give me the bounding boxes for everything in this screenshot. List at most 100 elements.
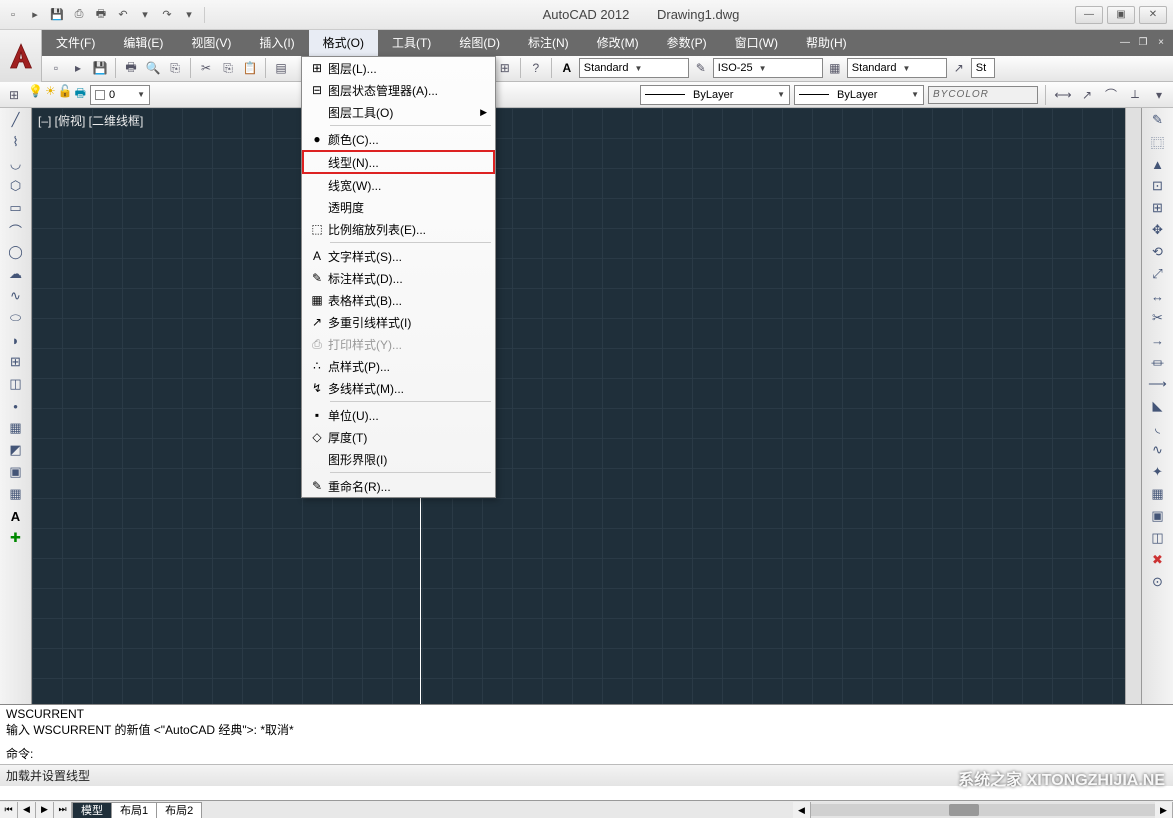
match-icon[interactable]: ▤ — [271, 58, 291, 78]
hatch-icon[interactable]: ▦ — [4, 418, 28, 438]
menu-insert[interactable]: 插入(I) — [245, 30, 308, 56]
menu-item[interactable]: 图层工具(O)▶ — [302, 101, 495, 123]
menu-format[interactable]: 格式(O) — [309, 30, 378, 56]
offset-icon[interactable]: ⊡ — [1146, 176, 1170, 196]
menu-item[interactable]: ↗多重引线样式(I) — [302, 311, 495, 333]
tab-first-icon[interactable]: ⏮ — [0, 802, 18, 818]
addsel-icon[interactable]: ✚ — [4, 528, 28, 548]
cmd-prompt[interactable]: 命令: — [6, 745, 1167, 762]
layer-combo[interactable]: 0 ▼ — [90, 85, 150, 105]
stretch-icon[interactable]: ↔ — [1146, 286, 1170, 306]
scroll-right-icon[interactable]: ▶ — [1155, 802, 1173, 818]
maximize-button[interactable]: ▣ — [1107, 6, 1135, 24]
dim-ord-icon[interactable]: ⟂ — [1125, 85, 1145, 105]
menu-item[interactable]: 线宽(W)... — [302, 174, 495, 196]
polygon-icon[interactable]: ⬡ — [4, 176, 28, 196]
undo-icon[interactable]: ↶ — [114, 6, 132, 24]
insert-icon[interactable]: ⊞ — [4, 352, 28, 372]
menu-item[interactable]: A文字样式(S)... — [302, 245, 495, 267]
table-style-combo[interactable]: Standard▼ — [847, 58, 947, 78]
array-icon[interactable]: ⊞ — [1146, 198, 1170, 218]
saveas-icon[interactable]: ⎙ — [70, 6, 88, 24]
print-icon[interactable]: 🖶 — [121, 58, 141, 78]
open-icon[interactable]: ▸ — [26, 6, 44, 24]
dim-more-icon[interactable]: ▾ — [1149, 85, 1169, 105]
block-icon[interactable]: ◫ — [4, 374, 28, 394]
menu-item[interactable]: ◇厚度(T) — [302, 426, 495, 448]
minimize-button[interactable]: — — [1075, 6, 1103, 24]
dim-linear-icon[interactable]: ⟷ — [1053, 85, 1073, 105]
menu-item[interactable]: ↯多线样式(M)... — [302, 377, 495, 399]
mdi-minimize-button[interactable]: — — [1117, 36, 1133, 50]
point-icon[interactable]: • — [4, 396, 28, 416]
mdi-close-button[interactable]: × — [1153, 36, 1169, 50]
arc-icon[interactable]: ⌒ — [4, 220, 28, 240]
menu-parametric[interactable]: 参数(P) — [653, 30, 721, 56]
scrollbar-horizontal[interactable]: ◀ ▶ — [793, 802, 1173, 818]
menu-edit[interactable]: 编辑(E) — [109, 30, 177, 56]
menu-item[interactable]: ⊞图层(L)... — [302, 57, 495, 79]
fillet-icon[interactable]: ◟ — [1146, 418, 1170, 438]
preview-icon[interactable]: 🔍 — [143, 58, 163, 78]
redo-icon[interactable]: ↷ — [158, 6, 176, 24]
scroll-left-icon[interactable]: ◀ — [793, 802, 811, 818]
scroll-track[interactable] — [811, 804, 1155, 816]
chamfer-icon[interactable]: ◣ — [1146, 396, 1170, 416]
tool-icon[interactable]: ✖ — [1146, 550, 1170, 570]
help-icon[interactable]: ? — [526, 58, 546, 78]
explode-icon[interactable]: ✦ — [1146, 462, 1170, 482]
table-icon[interactable]: ▦ — [4, 484, 28, 504]
mdi-restore-button[interactable]: ❐ — [1135, 36, 1151, 50]
layer-manager-icon[interactable]: ⊞ — [4, 85, 24, 105]
menu-help[interactable]: 帮助(H) — [792, 30, 861, 56]
region-icon[interactable]: ▣ — [4, 462, 28, 482]
tool-icon[interactable]: ▦ — [1146, 484, 1170, 504]
extra-style-combo[interactable]: St — [971, 58, 995, 78]
lineweight-combo[interactable]: ByLayer▼ — [794, 85, 924, 105]
join-icon[interactable]: ⟶ — [1146, 374, 1170, 394]
copy-icon[interactable]: ⿴ — [1146, 132, 1170, 152]
save-icon[interactable]: 💾 — [90, 58, 110, 78]
tool-icon[interactable]: ⊞ — [495, 58, 515, 78]
linetype-combo[interactable]: ByLayer▼ — [640, 85, 790, 105]
spline-icon[interactable]: ∿ — [4, 286, 28, 306]
tab-model[interactable]: 模型 — [72, 802, 112, 818]
menu-item[interactable]: ⬚比例缩放列表(E)... — [302, 218, 495, 240]
text-style-combo[interactable]: Standard▼ — [579, 58, 689, 78]
dim-style-icon[interactable]: ✎ — [691, 58, 711, 78]
command-window[interactable]: WSCURRENT 输入 WSCURRENT 的新值 <"AutoCAD 经典"… — [0, 704, 1173, 764]
menu-draw[interactable]: 绘图(D) — [445, 30, 514, 56]
dim-aligned-icon[interactable]: ↗ — [1077, 85, 1097, 105]
scrollbar-vertical[interactable] — [1125, 108, 1141, 704]
menu-item[interactable]: ⊟图层状态管理器(A)... — [302, 79, 495, 101]
tab-prev-icon[interactable]: ◀ — [18, 802, 36, 818]
publish-icon[interactable]: ⎘ — [165, 58, 185, 78]
close-button[interactable]: ✕ — [1139, 6, 1167, 24]
break-icon[interactable]: ⏛ — [1146, 352, 1170, 372]
tool-icon[interactable]: ▣ — [1146, 506, 1170, 526]
menu-item[interactable]: 线型(N)... — [302, 150, 495, 174]
menu-file[interactable]: 文件(F) — [42, 30, 109, 56]
menu-item[interactable]: ▦表格样式(B)... — [302, 289, 495, 311]
menu-item[interactable]: ●颜色(C)... — [302, 128, 495, 150]
rectangle-icon[interactable]: ▭ — [4, 198, 28, 218]
save-icon[interactable]: 💾 — [48, 6, 66, 24]
trim-icon[interactable]: ✂ — [1146, 308, 1170, 328]
erase-icon[interactable]: ✎ — [1146, 110, 1170, 130]
menu-tools[interactable]: 工具(T) — [378, 30, 445, 56]
menu-view[interactable]: 视图(V) — [177, 30, 245, 56]
tab-layout2[interactable]: 布局2 — [156, 802, 202, 818]
text-style-icon[interactable]: A — [557, 58, 577, 78]
extend-icon[interactable]: → — [1146, 330, 1170, 350]
tab-next-icon[interactable]: ▶ — [36, 802, 54, 818]
viewport-label[interactable]: [–] [俯视] [二维线框] — [38, 112, 143, 129]
drawing-canvas[interactable]: [–] [俯视] [二维线框] — [32, 108, 1125, 704]
table-style-icon[interactable]: ▦ — [825, 58, 845, 78]
pline-icon[interactable]: ⌇ — [4, 132, 28, 152]
scroll-thumb[interactable] — [949, 804, 979, 816]
menu-modify[interactable]: 修改(M) — [583, 30, 653, 56]
dim-style-combo[interactable]: ISO-25▼ — [713, 58, 823, 78]
mtext-icon[interactable]: A — [4, 506, 28, 526]
dropdown-icon[interactable]: ▾ — [136, 6, 154, 24]
plotstyle-combo[interactable]: BYCOLOR — [928, 86, 1038, 104]
